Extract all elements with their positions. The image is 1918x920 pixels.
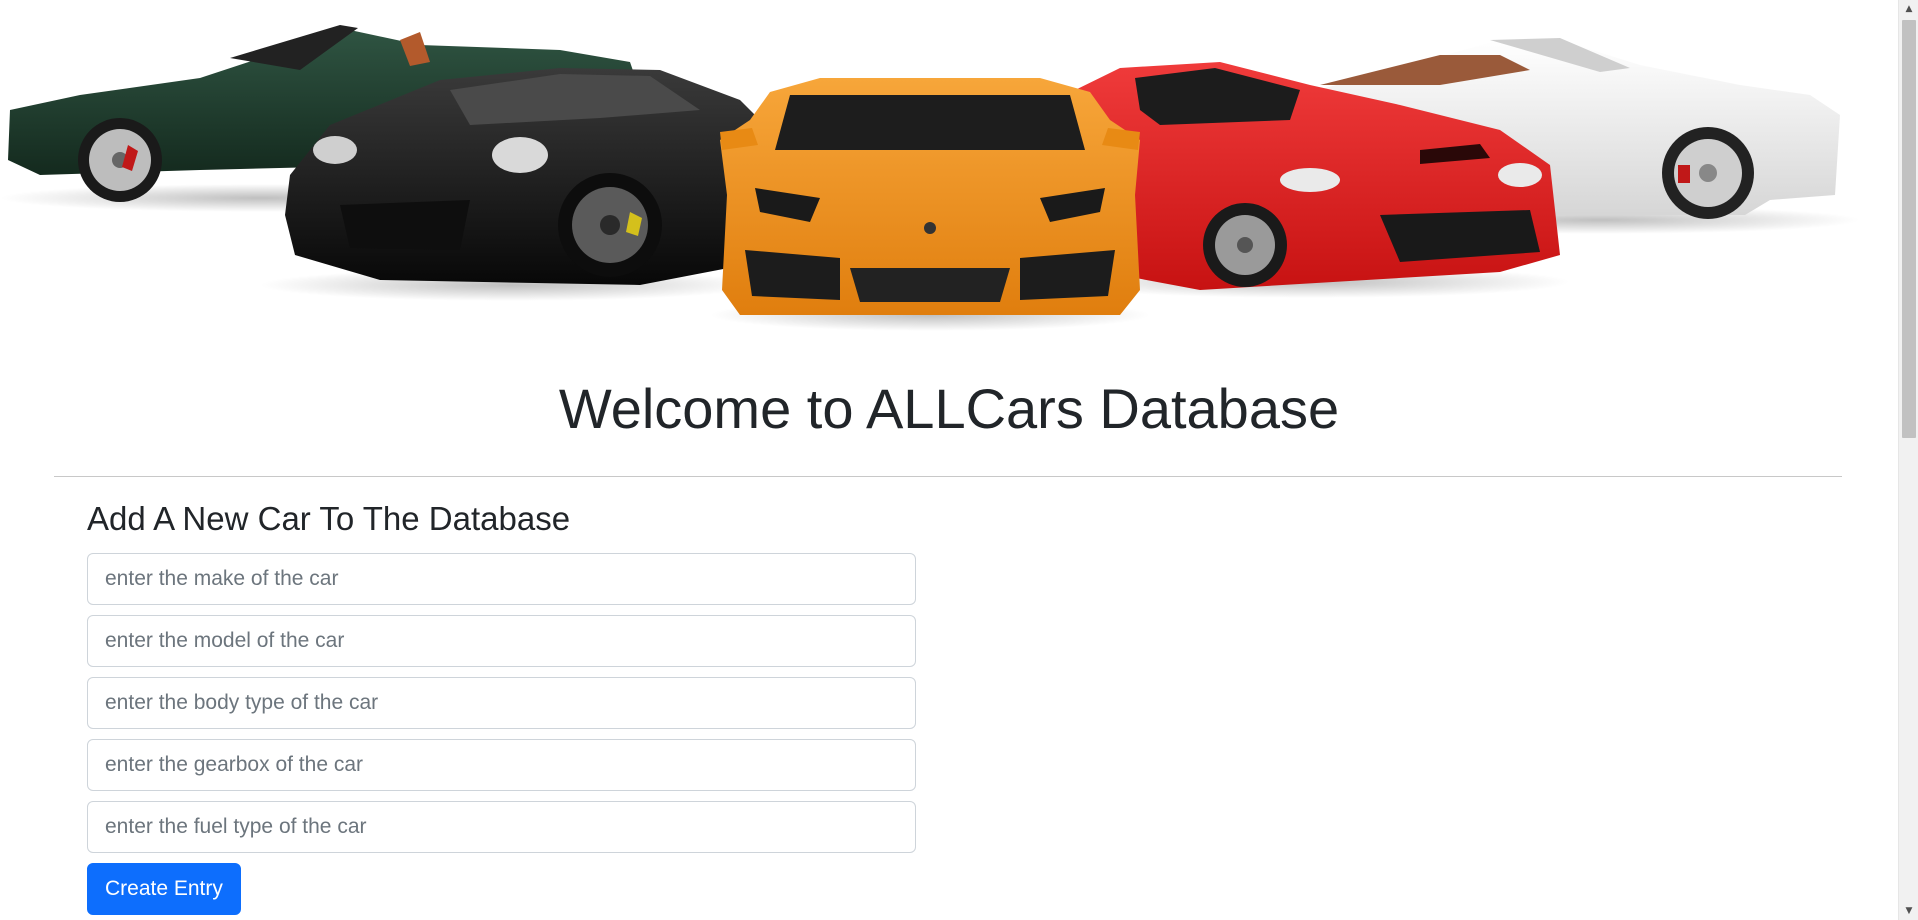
title-divider — [54, 476, 1842, 477]
add-car-form: Add A New Car To The Database Create Ent… — [87, 497, 917, 915]
page-title: Welcome to ALLCars Database — [558, 377, 1340, 440]
gearbox-input[interactable] — [87, 739, 916, 791]
create-entry-button[interactable]: Create Entry — [87, 863, 241, 915]
form-heading: Add A New Car To The Database — [87, 500, 571, 537]
make-input[interactable] — [87, 553, 916, 605]
fuel-type-input[interactable] — [87, 801, 916, 853]
triangle-up-icon[interactable]: ▲ — [1899, 0, 1918, 18]
browser-viewport: Welcome to ALLCars Database Add A New Ca… — [0, 0, 1918, 920]
page-content: Welcome to ALLCars Database Add A New Ca… — [0, 0, 1898, 920]
orange-supercar — [710, 78, 1150, 331]
model-input[interactable] — [87, 615, 916, 667]
scrollbar-thumb[interactable] — [1902, 20, 1916, 438]
sports-cars-banner — [0, 0, 1898, 340]
triangle-down-icon[interactable]: ▼ — [1899, 902, 1918, 920]
vertical-scrollbar[interactable]: ▲ ▼ — [1898, 0, 1918, 920]
body-type-input[interactable] — [87, 677, 916, 729]
